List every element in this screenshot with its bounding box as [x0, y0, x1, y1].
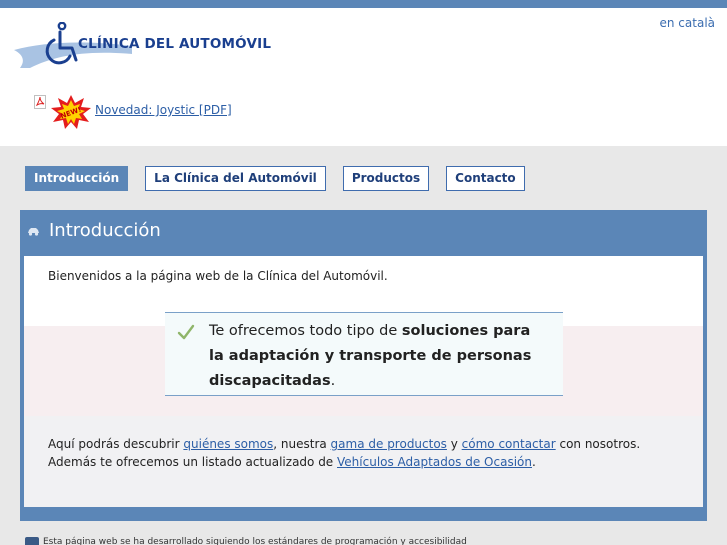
- tab-la-clinica[interactable]: La Clínica del Automóvil: [145, 166, 326, 191]
- info-text-part: , nuestra: [273, 437, 331, 451]
- site-logo[interactable]: CLÍNICA DEL AUTOMÓVIL: [14, 22, 274, 72]
- info-text: Aquí podrás descubrir quiénes somos, nue…: [48, 435, 640, 471]
- tab-contacto[interactable]: Contacto: [446, 166, 525, 191]
- info-text-part: .: [531, 455, 536, 469]
- footer-text: Esta página web se ha desarrollado sigui…: [43, 537, 467, 545]
- new-badge-icon: NEW!: [51, 95, 91, 129]
- wheelchair-icon: [45, 22, 78, 65]
- top-bar: [0, 0, 727, 8]
- highlight-suffix: .: [330, 373, 336, 389]
- logo-text: CLÍNICA DEL AUTOMÓVIL: [78, 36, 272, 52]
- panel-body: Bienvenidos a la página web de la Clínic…: [24, 256, 703, 507]
- panel-header: Introducción: [20, 210, 707, 254]
- pdf-icon: [34, 95, 46, 109]
- intro-panel: Introducción Bienvenidos a la página web…: [20, 210, 707, 521]
- car-icon: [28, 228, 39, 236]
- link-como-contactar[interactable]: cómo contactar: [462, 437, 556, 451]
- accessibility-icon: [25, 537, 39, 545]
- highlight-prefix: Te ofrecemos todo tipo de: [209, 323, 402, 339]
- main-nav: Introducción La Clínica del Automóvil Pr…: [25, 166, 525, 191]
- tab-introduccion[interactable]: Introducción: [25, 166, 129, 191]
- info-text-part: Además te ofrecemos un listado actualiza…: [48, 455, 338, 469]
- language-link[interactable]: en català: [660, 16, 716, 30]
- highlight-box: Te ofrecemos todo tipo de soluciones par…: [165, 312, 563, 396]
- info-text-part: Aquí podrás descubrir: [48, 437, 184, 451]
- info-line-1: Aquí podrás descubrir quiénes somos, nue…: [48, 435, 640, 453]
- link-gama-productos[interactable]: gama de productos: [331, 437, 447, 451]
- link-vehiculos-ocasion[interactable]: Vehículos Adaptados de Ocasión: [337, 455, 532, 469]
- highlight-text: Te ofrecemos todo tipo de soluciones par…: [209, 319, 549, 394]
- info-line-2: Además te ofrecemos un listado actualiza…: [48, 453, 640, 471]
- news-pdf-link[interactable]: Novedad: Joystic [PDF]: [95, 103, 232, 117]
- checkmark-icon: [177, 324, 195, 340]
- page-title: Introducción: [49, 220, 161, 241]
- welcome-text: Bienvenidos a la página web de la Clínic…: [48, 269, 388, 283]
- tab-productos[interactable]: Productos: [342, 166, 430, 191]
- info-text-part: y: [446, 437, 462, 451]
- info-text-part: con nosotros.: [555, 437, 641, 451]
- footer: Esta página web se ha desarrollado sigui…: [25, 537, 467, 545]
- link-quienes-somos[interactable]: quiénes somos: [183, 437, 273, 451]
